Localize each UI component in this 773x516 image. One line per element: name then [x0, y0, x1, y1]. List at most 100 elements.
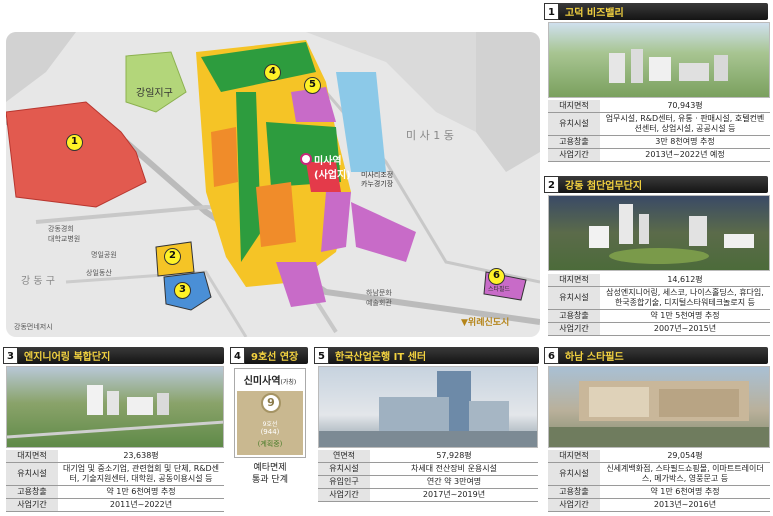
panel-6-value: 신세계백화점, 스타필드쇼핑몰, 이마트트레이더스, 메가박스, 영풍문고 등: [600, 462, 770, 486]
panel-1-key: 사업기간: [548, 148, 600, 162]
panel-2-value: 2007년~2015년: [600, 322, 770, 336]
zone-godeok: [6, 101, 147, 208]
zone-gangil: [125, 51, 187, 113]
panel-2-key: 대지면적: [548, 274, 600, 287]
map-marker-3[interactable]: 3: [174, 282, 191, 299]
panel-1-value: 3만 8천여명 추정: [600, 135, 770, 149]
label-univ2: 대학교병원: [48, 235, 81, 243]
panel-6-key: 사업기간: [548, 498, 600, 512]
panel-4-number: 4: [230, 347, 245, 364]
label-hanam: 하남문화: [366, 289, 392, 297]
panel-6-value: 약 1만 6천여명 추정: [600, 485, 770, 499]
label-misa-business: (사업지): [314, 170, 351, 181]
panel-2-title-text: 강동 첨단업무단지: [565, 181, 643, 192]
panel-1-number: 1: [544, 3, 559, 20]
label-gangdong: 강 동 구: [21, 276, 55, 287]
panel-5-key: 유입인구: [318, 475, 370, 489]
map-marker-2[interactable]: 2: [164, 248, 181, 265]
panel-4-desc: 예타면제 통과 단계: [230, 462, 310, 486]
panel-6-title: 6 하남 스타필드: [544, 347, 768, 364]
label-univ: 강동경희: [48, 225, 74, 233]
label-kyeonggi: 카누경기장: [361, 180, 394, 188]
panel-6-table: 대지면적 29,054평 유치시설 신세계백화점, 스타필드쇼핑몰, 이마트트레이더…: [548, 450, 770, 512]
panel-6-value: 29,054평: [600, 450, 770, 463]
panel-1-title: 1 고덕 비즈밸리: [544, 3, 768, 20]
panel-5-key: 사업기간: [318, 488, 370, 502]
map-marker-6[interactable]: 6: [488, 268, 505, 285]
panel-5-key: 연면적: [318, 450, 370, 463]
panel-3-value: 2011년~2022년: [58, 498, 224, 512]
panel-4-title-text: 9호선 연장: [251, 352, 299, 363]
panel-3-key: 대지면적: [6, 450, 58, 463]
panel-5-value: 2017년~2019년: [370, 488, 538, 502]
panel-5-value: 연간 약 3만여명: [370, 475, 538, 489]
panel-1-key: 고용창출: [548, 135, 600, 149]
label-gangil: 강일지구: [136, 88, 173, 99]
panel-3-key: 사업기간: [6, 498, 58, 512]
panel-5-table: 연면적 57,928평 유치시설 차세대 전산장비 운용시설 유입인구 연간 약 3만…: [318, 450, 538, 502]
panel-6-key: 고용창출: [548, 485, 600, 499]
line-status: (계획중): [257, 440, 283, 448]
panel-2-photo: [548, 195, 770, 271]
station-card: 신미사역(가칭) 9 9호선 (944) (계획중): [234, 368, 306, 458]
panel-3-value: 대기업 및 중소기업, 관련협회 및 단체, R&D센터, 기술지원센터, 대학…: [58, 462, 224, 486]
panel-6-key: 대지면적: [548, 450, 600, 463]
panel-1-table: 대지면적 70,943평 유치시설 업무시설, R&D센터, 유통 · 판매시설, …: [548, 100, 770, 162]
panel-6-key: 유치시설: [548, 462, 600, 486]
panel-2-value: 삼성엔지니어링, 세스코, 나이스홀딩스, 휴다임, 한국종합기술, 디지털스타…: [600, 286, 770, 310]
panel-3-key: 고용창출: [6, 485, 58, 499]
map-marker-4[interactable]: 4: [264, 64, 281, 81]
panel-2-value: 약 1만 5천여명 추정: [600, 309, 770, 323]
station-note: (가칭): [280, 379, 297, 386]
panel-5-title: 5 한국산업은행 IT 센터: [314, 347, 539, 364]
panel-2-value: 14,612평: [600, 274, 770, 287]
panel-5-value: 57,928평: [370, 450, 538, 463]
panel-1-photo: [548, 22, 770, 98]
label-wirye: ▼위례신도시: [461, 318, 510, 328]
line-badge: 9: [261, 393, 281, 413]
panel-4-desc-2: 통과 단계: [252, 475, 288, 485]
label-misa1: 미 사 1 동: [406, 129, 454, 142]
panel-2-key: 유치시설: [548, 286, 600, 310]
panel-6-title-text: 하남 스타필드: [565, 352, 624, 363]
label-gwangam: 강동먼네저시: [14, 323, 53, 331]
panel-1-value: 70,943평: [600, 100, 770, 113]
station-name: 신미사역: [243, 376, 281, 387]
panel-2-key: 고용창출: [548, 309, 600, 323]
panel-3-value: 23,638평: [58, 450, 224, 463]
panel-6-photo: [548, 366, 770, 448]
panel-2-title: 2 강동 첨단업무단지: [544, 176, 768, 193]
panel-6-number: 6: [544, 347, 559, 364]
panel-5-key: 유치시설: [318, 462, 370, 476]
panel-1-title-text: 고덕 비즈밸리: [565, 8, 624, 19]
panel-4-desc-1: 예타면제: [253, 463, 287, 473]
panel-2-number: 2: [544, 176, 559, 193]
panel-4-title: 4 9호선 연장: [230, 347, 308, 364]
district-map[interactable]: 강일지구 미 사 1 동 미사역 (사업지) 미사리조정 카누경기장 강동경희 …: [6, 32, 540, 337]
panel-1-key: 대지면적: [548, 100, 600, 113]
panel-5-number: 5: [314, 347, 329, 364]
panel-3-photo: [6, 366, 224, 448]
panel-1-value: 2013년~2022년 예정: [600, 148, 770, 162]
panel-3-table: 대지면적 23,638평 유치시설 대기업 및 중소기업, 관련협회 및 단체, R…: [6, 450, 224, 512]
line-code: (944): [260, 428, 280, 436]
label-starfield: 스타필드: [488, 286, 511, 293]
panel-5-title-text: 한국산업은행 IT 센터: [335, 352, 427, 363]
panel-3-number: 3: [3, 347, 18, 364]
label-park: 명일공원: [91, 251, 117, 259]
panel-6-value: 2013년~2016년: [600, 498, 770, 512]
panel-3-value: 약 1만 6천여명 추정: [58, 485, 224, 499]
panel-3-title: 3 엔지니어링 복합단지: [3, 347, 224, 364]
panel-3-title-text: 엔지니어링 복합단지: [24, 352, 111, 363]
map-marker-1[interactable]: 1: [66, 134, 83, 151]
panel-3-key: 유치시설: [6, 462, 58, 486]
label-sangil: 상일동산: [86, 269, 112, 277]
panel-1-value: 업무시설, R&D센터, 유통 · 판매시설, 호텔컨벤션센터, 상업시설, 공…: [600, 112, 770, 136]
line-name: 9호선: [262, 421, 278, 428]
map-marker-5[interactable]: 5: [304, 77, 321, 94]
label-hanam2: 예술회관: [366, 299, 392, 307]
label-misa-station: 미사역: [314, 156, 342, 167]
panel-2-table: 대지면적 14,612평 유치시설 삼성엔지니어링, 세스코, 나이스홀딩스, 휴다…: [548, 274, 770, 336]
panel-2-key: 사업기간: [548, 322, 600, 336]
panel-5-photo: [318, 366, 538, 448]
